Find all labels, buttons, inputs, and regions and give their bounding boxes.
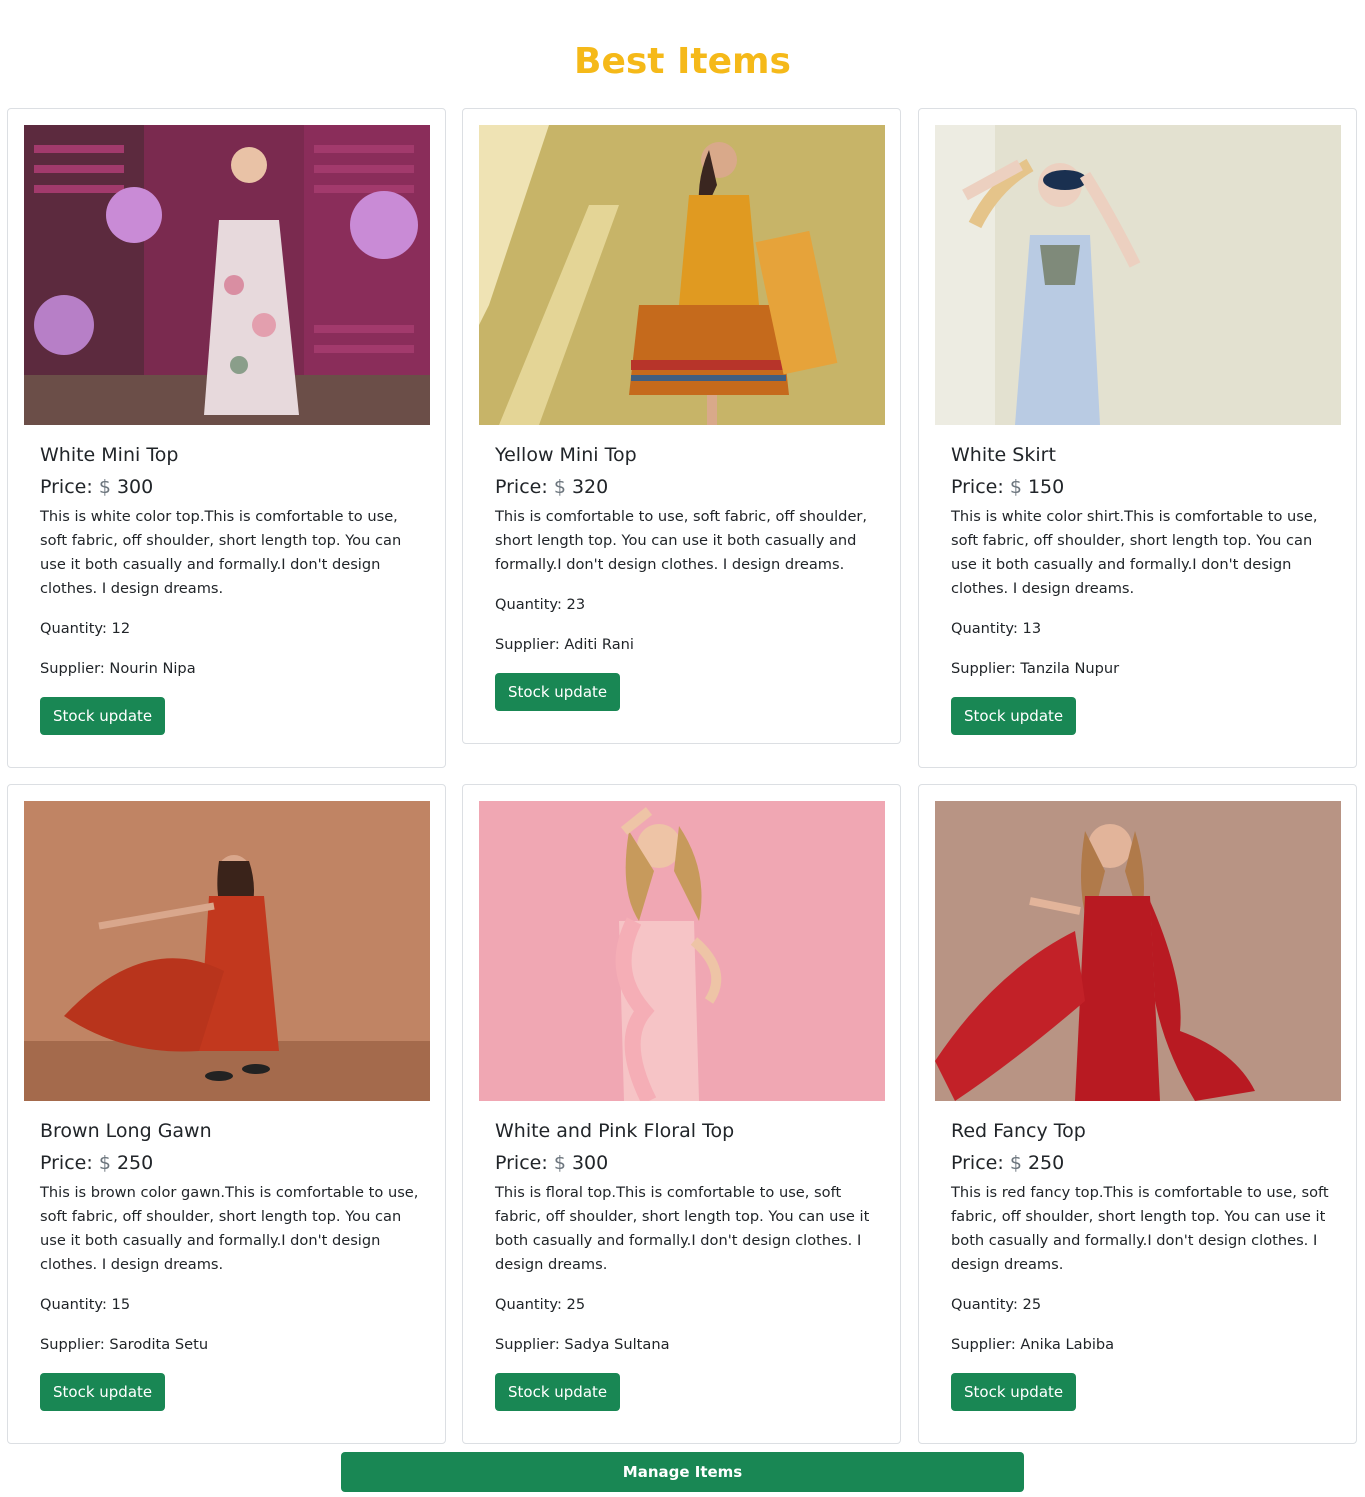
item-photo (479, 801, 885, 1101)
price-label: Price: (951, 1152, 1004, 1174)
item-price: Price: $ 250 (40, 1149, 420, 1177)
item-photo (479, 125, 885, 425)
stock-update-button[interactable]: Stock update (951, 697, 1077, 735)
currency-symbol: $ (553, 476, 566, 498)
item-description: This is comfortable to use, soft fabric,… (495, 508, 868, 573)
item-quantity: Quantity: 12 (40, 620, 131, 637)
currency-symbol: $ (1009, 476, 1022, 498)
currency-symbol: $ (98, 1152, 111, 1174)
item-supplier: Supplier: Aditi Rani (495, 636, 634, 653)
price-label: Price: (495, 1152, 548, 1174)
item-description: This is red fancy top.This is comfortabl… (951, 1184, 1329, 1273)
price-label: Price: (40, 1152, 93, 1174)
item-quantity: Quantity: 25 (951, 1296, 1042, 1313)
item-name: White Skirt (951, 444, 1056, 466)
item-supplier: Supplier: Tanzila Nupur (951, 660, 1120, 677)
price-label: Price: (951, 476, 1004, 498)
item-description: This is brown color gawn.This is comfort… (40, 1184, 419, 1273)
price-label: Price: (495, 476, 548, 498)
price-label: Price: (40, 476, 93, 498)
item-price: Price: $ 300 (40, 473, 420, 501)
price-value: 150 (1027, 476, 1065, 498)
item-photo (24, 801, 430, 1101)
item-card: Yellow Mini Top Price: $ 320 This is com… (462, 108, 901, 744)
item-name: White Mini Top (40, 444, 179, 466)
item-price: Price: $ 300 (495, 1149, 875, 1177)
item-description: This is white color top.This is comforta… (40, 508, 402, 597)
item-name: Brown Long Gawn (40, 1120, 212, 1142)
item-quantity: Quantity: 13 (951, 620, 1042, 637)
item-photo (935, 801, 1341, 1101)
item-quantity: Quantity: 23 (495, 596, 586, 613)
item-description: This is floral top.This is comfortable t… (495, 1184, 870, 1273)
item-supplier: Supplier: Anika Labiba (951, 1336, 1115, 1353)
item-card: Brown Long Gawn Price: $ 250 This is bro… (7, 784, 446, 1444)
item-card: White and Pink Floral Top Price: $ 300 T… (462, 784, 901, 1444)
price-value: 250 (116, 1152, 154, 1174)
stock-update-button[interactable]: Stock update (40, 697, 166, 735)
item-card: White Mini Top Price: $ 300 This is whit… (7, 108, 446, 768)
stock-update-button[interactable]: Stock update (495, 673, 621, 711)
item-supplier: Supplier: Sarodita Setu (40, 1336, 209, 1353)
stock-update-button[interactable]: Stock update (495, 1373, 621, 1411)
item-card: White Skirt Price: $ 150 This is white c… (918, 108, 1357, 768)
item-photo (24, 125, 430, 425)
item-card: Red Fancy Top Price: $ 250 This is red f… (918, 784, 1357, 1444)
item-supplier: Supplier: Sadya Sultana (495, 1336, 670, 1353)
currency-symbol: $ (553, 1152, 566, 1174)
manage-items-button[interactable]: Manage Items (341, 1452, 1024, 1492)
item-name: Red Fancy Top (951, 1120, 1086, 1142)
price-value: 250 (1027, 1152, 1065, 1174)
stock-update-button[interactable]: Stock update (951, 1373, 1077, 1411)
item-price: Price: $ 320 (495, 473, 875, 501)
item-description: This is white color shirt.This is comfor… (951, 508, 1318, 597)
item-name: Yellow Mini Top (495, 444, 637, 466)
item-quantity: Quantity: 25 (495, 1296, 586, 1313)
currency-symbol: $ (98, 476, 111, 498)
item-quantity: Quantity: 15 (40, 1296, 131, 1313)
item-name: White and Pink Floral Top (495, 1120, 735, 1142)
item-supplier: Supplier: Nourin Nipa (40, 660, 196, 677)
item-photo (935, 125, 1341, 425)
item-price: Price: $ 150 (951, 473, 1331, 501)
items-grid: White Mini Top Price: $ 300 This is whit… (0, 0, 1365, 1497)
currency-symbol: $ (1009, 1152, 1022, 1174)
stock-update-button[interactable]: Stock update (40, 1373, 166, 1411)
item-price: Price: $ 250 (951, 1149, 1331, 1177)
price-value: 300 (116, 476, 154, 498)
price-value: 320 (571, 476, 609, 498)
price-value: 300 (571, 1152, 609, 1174)
